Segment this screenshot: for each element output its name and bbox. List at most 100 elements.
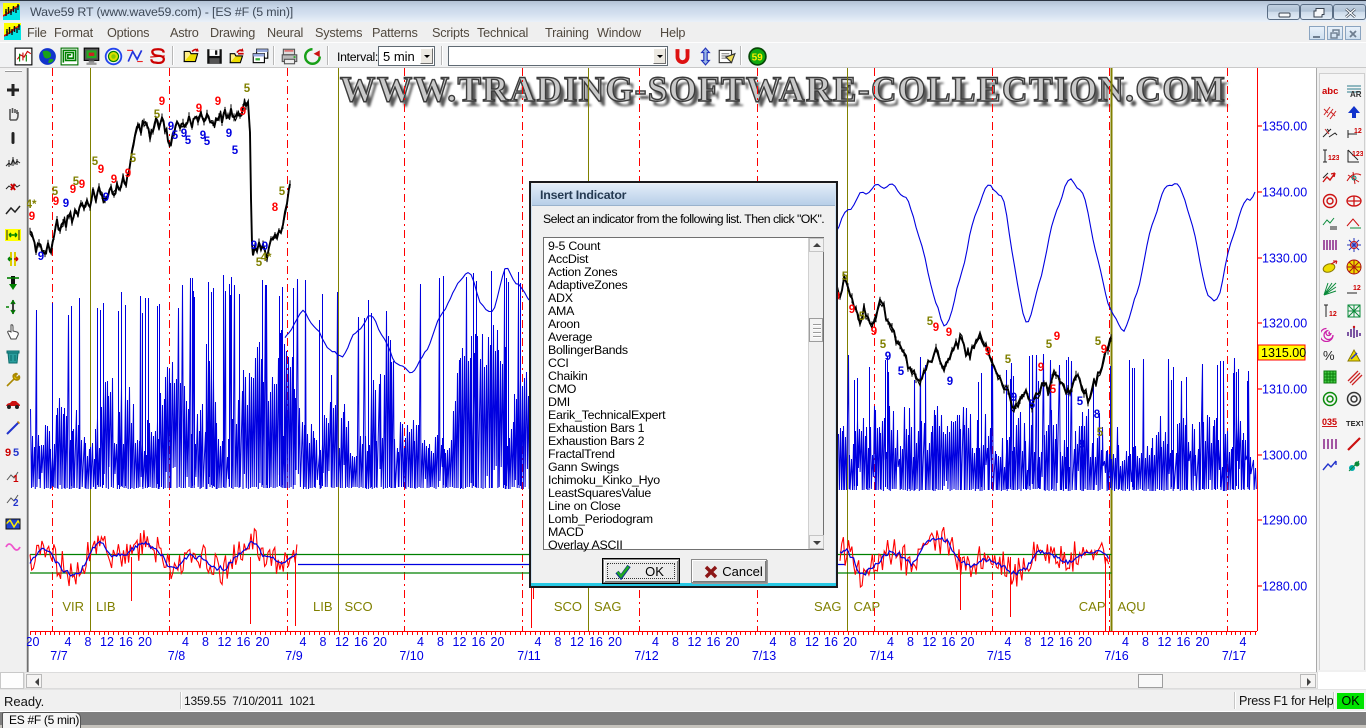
svg-text:20: 20	[961, 635, 975, 649]
svg-text:9: 9	[885, 351, 891, 363]
svg-text:9: 9	[29, 211, 35, 223]
svg-text:9: 9	[1011, 392, 1017, 404]
svg-text:LIB: LIB	[313, 599, 333, 614]
svg-text:20: 20	[1078, 635, 1092, 649]
svg-text:8: 8	[202, 635, 209, 649]
svg-text:7/11: 7/11	[517, 649, 540, 663]
svg-text:SCO: SCO	[554, 599, 582, 614]
svg-text:4*: 4*	[26, 199, 37, 211]
svg-text:5: 5	[154, 109, 161, 121]
svg-text:9: 9	[947, 376, 953, 388]
svg-text:8: 8	[272, 202, 279, 214]
svg-text:9: 9	[251, 240, 257, 252]
svg-text:LIB: LIB	[96, 599, 116, 614]
svg-text:1280.00: 1280.00	[1262, 580, 1307, 594]
svg-text:123: 123	[1328, 155, 1339, 162]
svg-text:4: 4	[652, 635, 659, 649]
svg-text:16: 16	[1177, 635, 1191, 649]
svg-text:5: 5	[859, 311, 866, 323]
svg-text:4: 4	[1122, 635, 1129, 649]
svg-text:4: 4	[1005, 635, 1012, 649]
svg-text:9: 9	[98, 164, 104, 176]
svg-text:20: 20	[138, 635, 152, 649]
svg-text:5: 5	[1097, 427, 1104, 439]
svg-text:12: 12	[923, 635, 937, 649]
svg-text:8: 8	[672, 635, 679, 649]
svg-text:16: 16	[472, 635, 486, 649]
svg-text:9: 9	[849, 304, 855, 316]
svg-text:5: 5	[1029, 399, 1036, 411]
svg-text:4*: 4*	[261, 252, 272, 264]
svg-text:SAG: SAG	[594, 599, 621, 614]
svg-text:20: 20	[373, 635, 387, 649]
svg-text:7/10: 7/10	[399, 649, 423, 663]
svg-text:9: 9	[38, 251, 44, 263]
svg-text:5: 5	[279, 186, 286, 198]
svg-text:9: 9	[1079, 439, 1085, 451]
svg-text:9: 9	[1038, 362, 1044, 374]
svg-text:5: 5	[1095, 336, 1102, 348]
svg-text:8: 8	[907, 635, 914, 649]
svg-text:7/8: 7/8	[168, 649, 185, 663]
svg-text:9: 9	[1054, 331, 1060, 343]
svg-text:16: 16	[589, 635, 603, 649]
svg-text:1330.00: 1330.00	[1262, 252, 1307, 266]
svg-text:16: 16	[942, 635, 956, 649]
svg-text:2: 2	[13, 498, 19, 509]
svg-text:16: 16	[1059, 635, 1073, 649]
svg-text:20: 20	[726, 635, 740, 649]
svg-text:9: 9	[946, 327, 952, 339]
svg-text:AQU: AQU	[1118, 599, 1146, 614]
svg-text:8: 8	[437, 635, 444, 649]
svg-text:12: 12	[335, 635, 349, 649]
svg-text:12: 12	[570, 635, 584, 649]
svg-text:5: 5	[1046, 339, 1053, 351]
svg-text:5: 5	[244, 83, 251, 95]
svg-text:7/9: 7/9	[285, 649, 302, 663]
svg-text:9: 9	[1101, 344, 1107, 356]
svg-text:4: 4	[417, 635, 424, 649]
svg-text:9: 9	[103, 192, 109, 204]
svg-text:5: 5	[842, 271, 849, 283]
svg-text:8: 8	[1025, 635, 1032, 649]
svg-text:1320.00: 1320.00	[1262, 317, 1307, 331]
svg-text:20: 20	[843, 635, 857, 649]
svg-text:9: 9	[196, 103, 202, 115]
svg-text:8: 8	[320, 635, 327, 649]
svg-text:20: 20	[491, 635, 505, 649]
svg-text:9: 9	[240, 106, 246, 118]
svg-text:4: 4	[182, 635, 189, 649]
svg-text:5: 5	[880, 339, 887, 351]
svg-text:5: 5	[172, 130, 179, 142]
svg-text:7/17: 7/17	[1222, 649, 1246, 663]
svg-text:9: 9	[226, 128, 232, 140]
svg-text:16: 16	[354, 635, 368, 649]
svg-text:5: 5	[1050, 384, 1057, 396]
svg-text:AR: AR	[1350, 90, 1362, 99]
svg-text:9: 9	[79, 179, 85, 191]
svg-text:12: 12	[1040, 635, 1054, 649]
svg-text:5: 5	[927, 316, 934, 328]
svg-text:12: 12	[688, 635, 702, 649]
svg-text:5: 5	[898, 366, 905, 378]
svg-text:4: 4	[535, 635, 542, 649]
svg-text:12: 12	[1329, 311, 1337, 318]
svg-text:CAP: CAP	[854, 599, 881, 614]
svg-text:7/12: 7/12	[634, 649, 658, 663]
svg-text:1350.00: 1350.00	[1262, 120, 1307, 134]
svg-text:7/15: 7/15	[987, 649, 1011, 663]
svg-text:20: 20	[608, 635, 622, 649]
svg-text:12: 12	[100, 635, 114, 649]
svg-text:9: 9	[871, 326, 877, 338]
svg-text:9: 9	[125, 168, 131, 180]
svg-text:7/16: 7/16	[1104, 649, 1128, 663]
svg-text:5: 5	[92, 156, 99, 168]
svg-text:9: 9	[111, 174, 117, 186]
svg-text:%: %	[1323, 348, 1335, 363]
svg-text:20: 20	[256, 635, 270, 649]
svg-text:4: 4	[770, 635, 777, 649]
svg-text:9: 9	[5, 447, 11, 459]
svg-text:1315.00: 1315.00	[1261, 346, 1306, 360]
svg-text:1290.00: 1290.00	[1262, 514, 1307, 528]
svg-text:16: 16	[824, 635, 838, 649]
